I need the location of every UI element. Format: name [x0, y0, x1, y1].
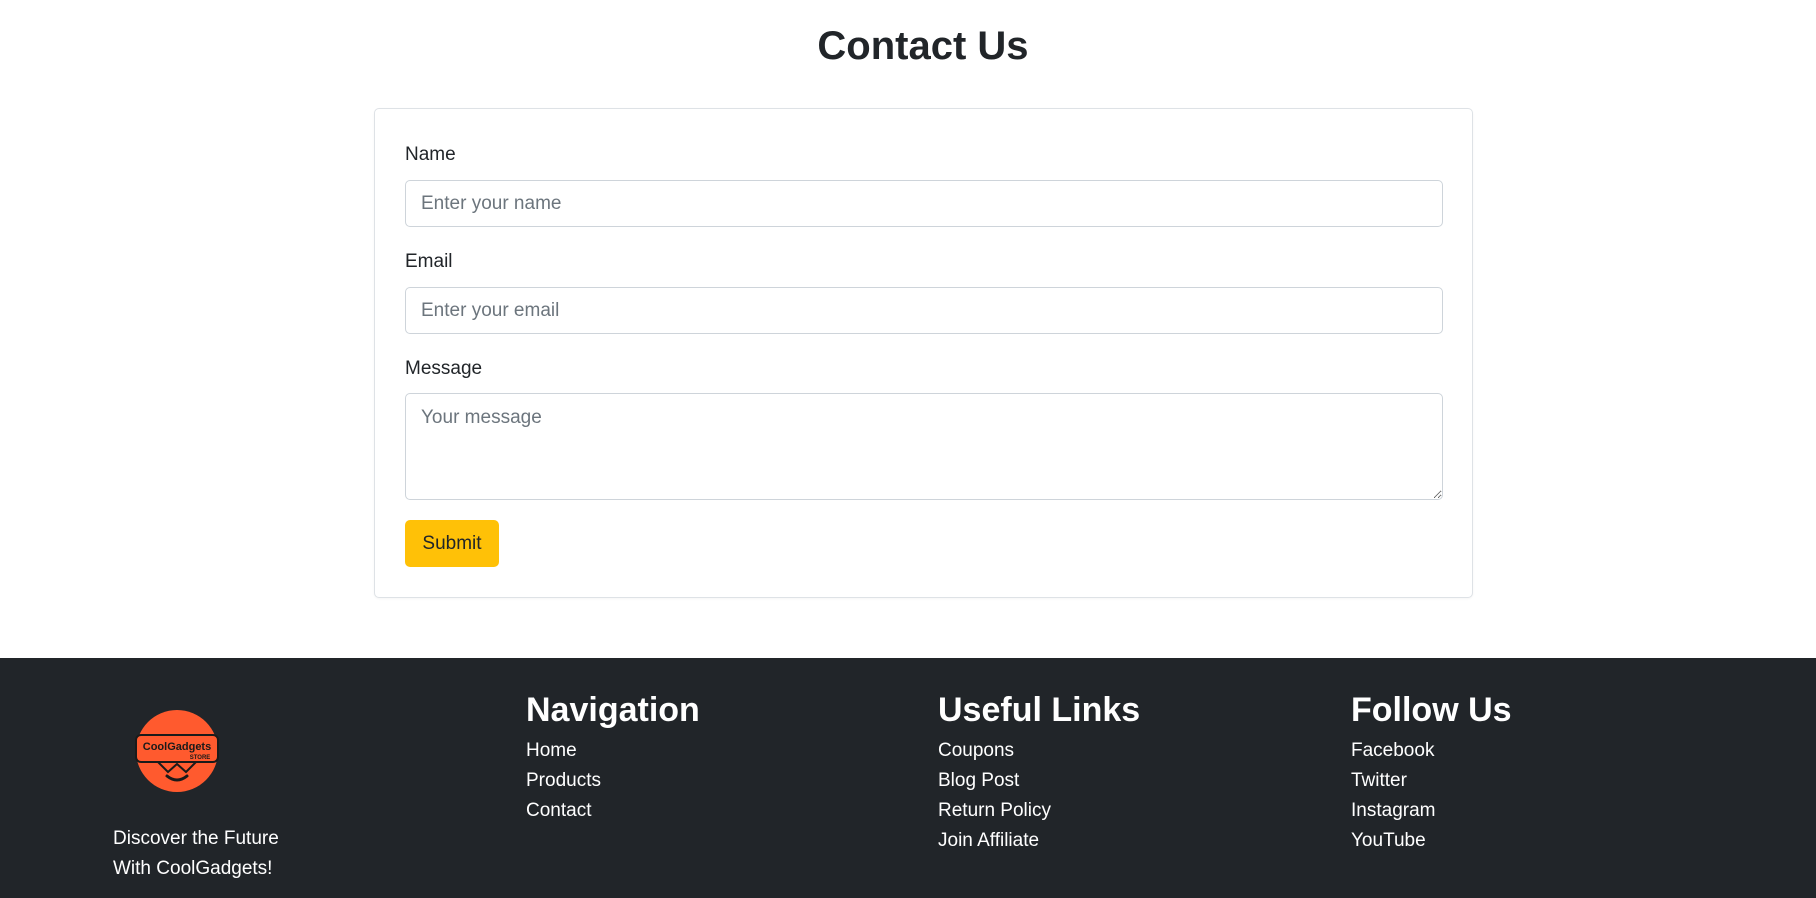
page-title: Contact Us: [817, 24, 1029, 68]
footer-link-contact[interactable]: Contact: [526, 796, 700, 826]
footer-link-return-policy[interactable]: Return Policy: [938, 796, 1140, 826]
footer-heading-navigation: Navigation: [526, 691, 700, 729]
footer-link-instagram[interactable]: Instagram: [1351, 796, 1512, 826]
footer-useful-links-column: Useful Links Coupons Blog Post Return Po…: [938, 688, 1140, 856]
name-field[interactable]: [405, 180, 1443, 227]
footer-tagline: Discover the Future With CoolGadgets!: [113, 824, 279, 884]
email-field[interactable]: [405, 287, 1443, 334]
logo-subtext: STORE: [190, 755, 211, 761]
footer-heading-useful-links: Useful Links: [938, 691, 1141, 729]
email-label: Email: [405, 251, 453, 272]
footer-link-join-affiliate[interactable]: Join Affiliate: [938, 826, 1140, 856]
tagline-line: Discover the Future: [113, 828, 279, 849]
footer-link-facebook[interactable]: Facebook: [1351, 736, 1512, 766]
submit-button[interactable]: Submit: [405, 520, 499, 567]
footer-heading-follow-us: Follow Us: [1351, 691, 1512, 729]
footer-link-youtube[interactable]: YouTube: [1351, 826, 1512, 856]
message-field[interactable]: [405, 393, 1443, 500]
footer-follow-us-column: Follow Us Facebook Twitter Instagram You…: [1351, 688, 1512, 856]
footer-link-home[interactable]: Home: [526, 736, 700, 766]
footer-link-blog-post[interactable]: Blog Post: [938, 766, 1140, 796]
coolgadgets-logo[interactable]: CoolGadgets STORE: [134, 708, 220, 794]
footer-link-coupons[interactable]: Coupons: [938, 736, 1140, 766]
contact-form: Name Email Message Submit: [374, 108, 1473, 598]
footer-link-twitter[interactable]: Twitter: [1351, 766, 1512, 796]
name-label: Name: [405, 144, 456, 165]
main-content: Contact Us Name Email Message Submit: [0, 0, 1816, 658]
message-label: Message: [405, 358, 483, 379]
tagline-line: With CoolGadgets!: [113, 858, 273, 879]
site-footer: CoolGadgets STORE Discover the Future Wi…: [0, 658, 1816, 898]
logo-text: CoolGadgets: [143, 741, 211, 753]
footer-link-products[interactable]: Products: [526, 766, 700, 796]
footer-navigation-column: Navigation Home Products Contact: [526, 688, 700, 826]
